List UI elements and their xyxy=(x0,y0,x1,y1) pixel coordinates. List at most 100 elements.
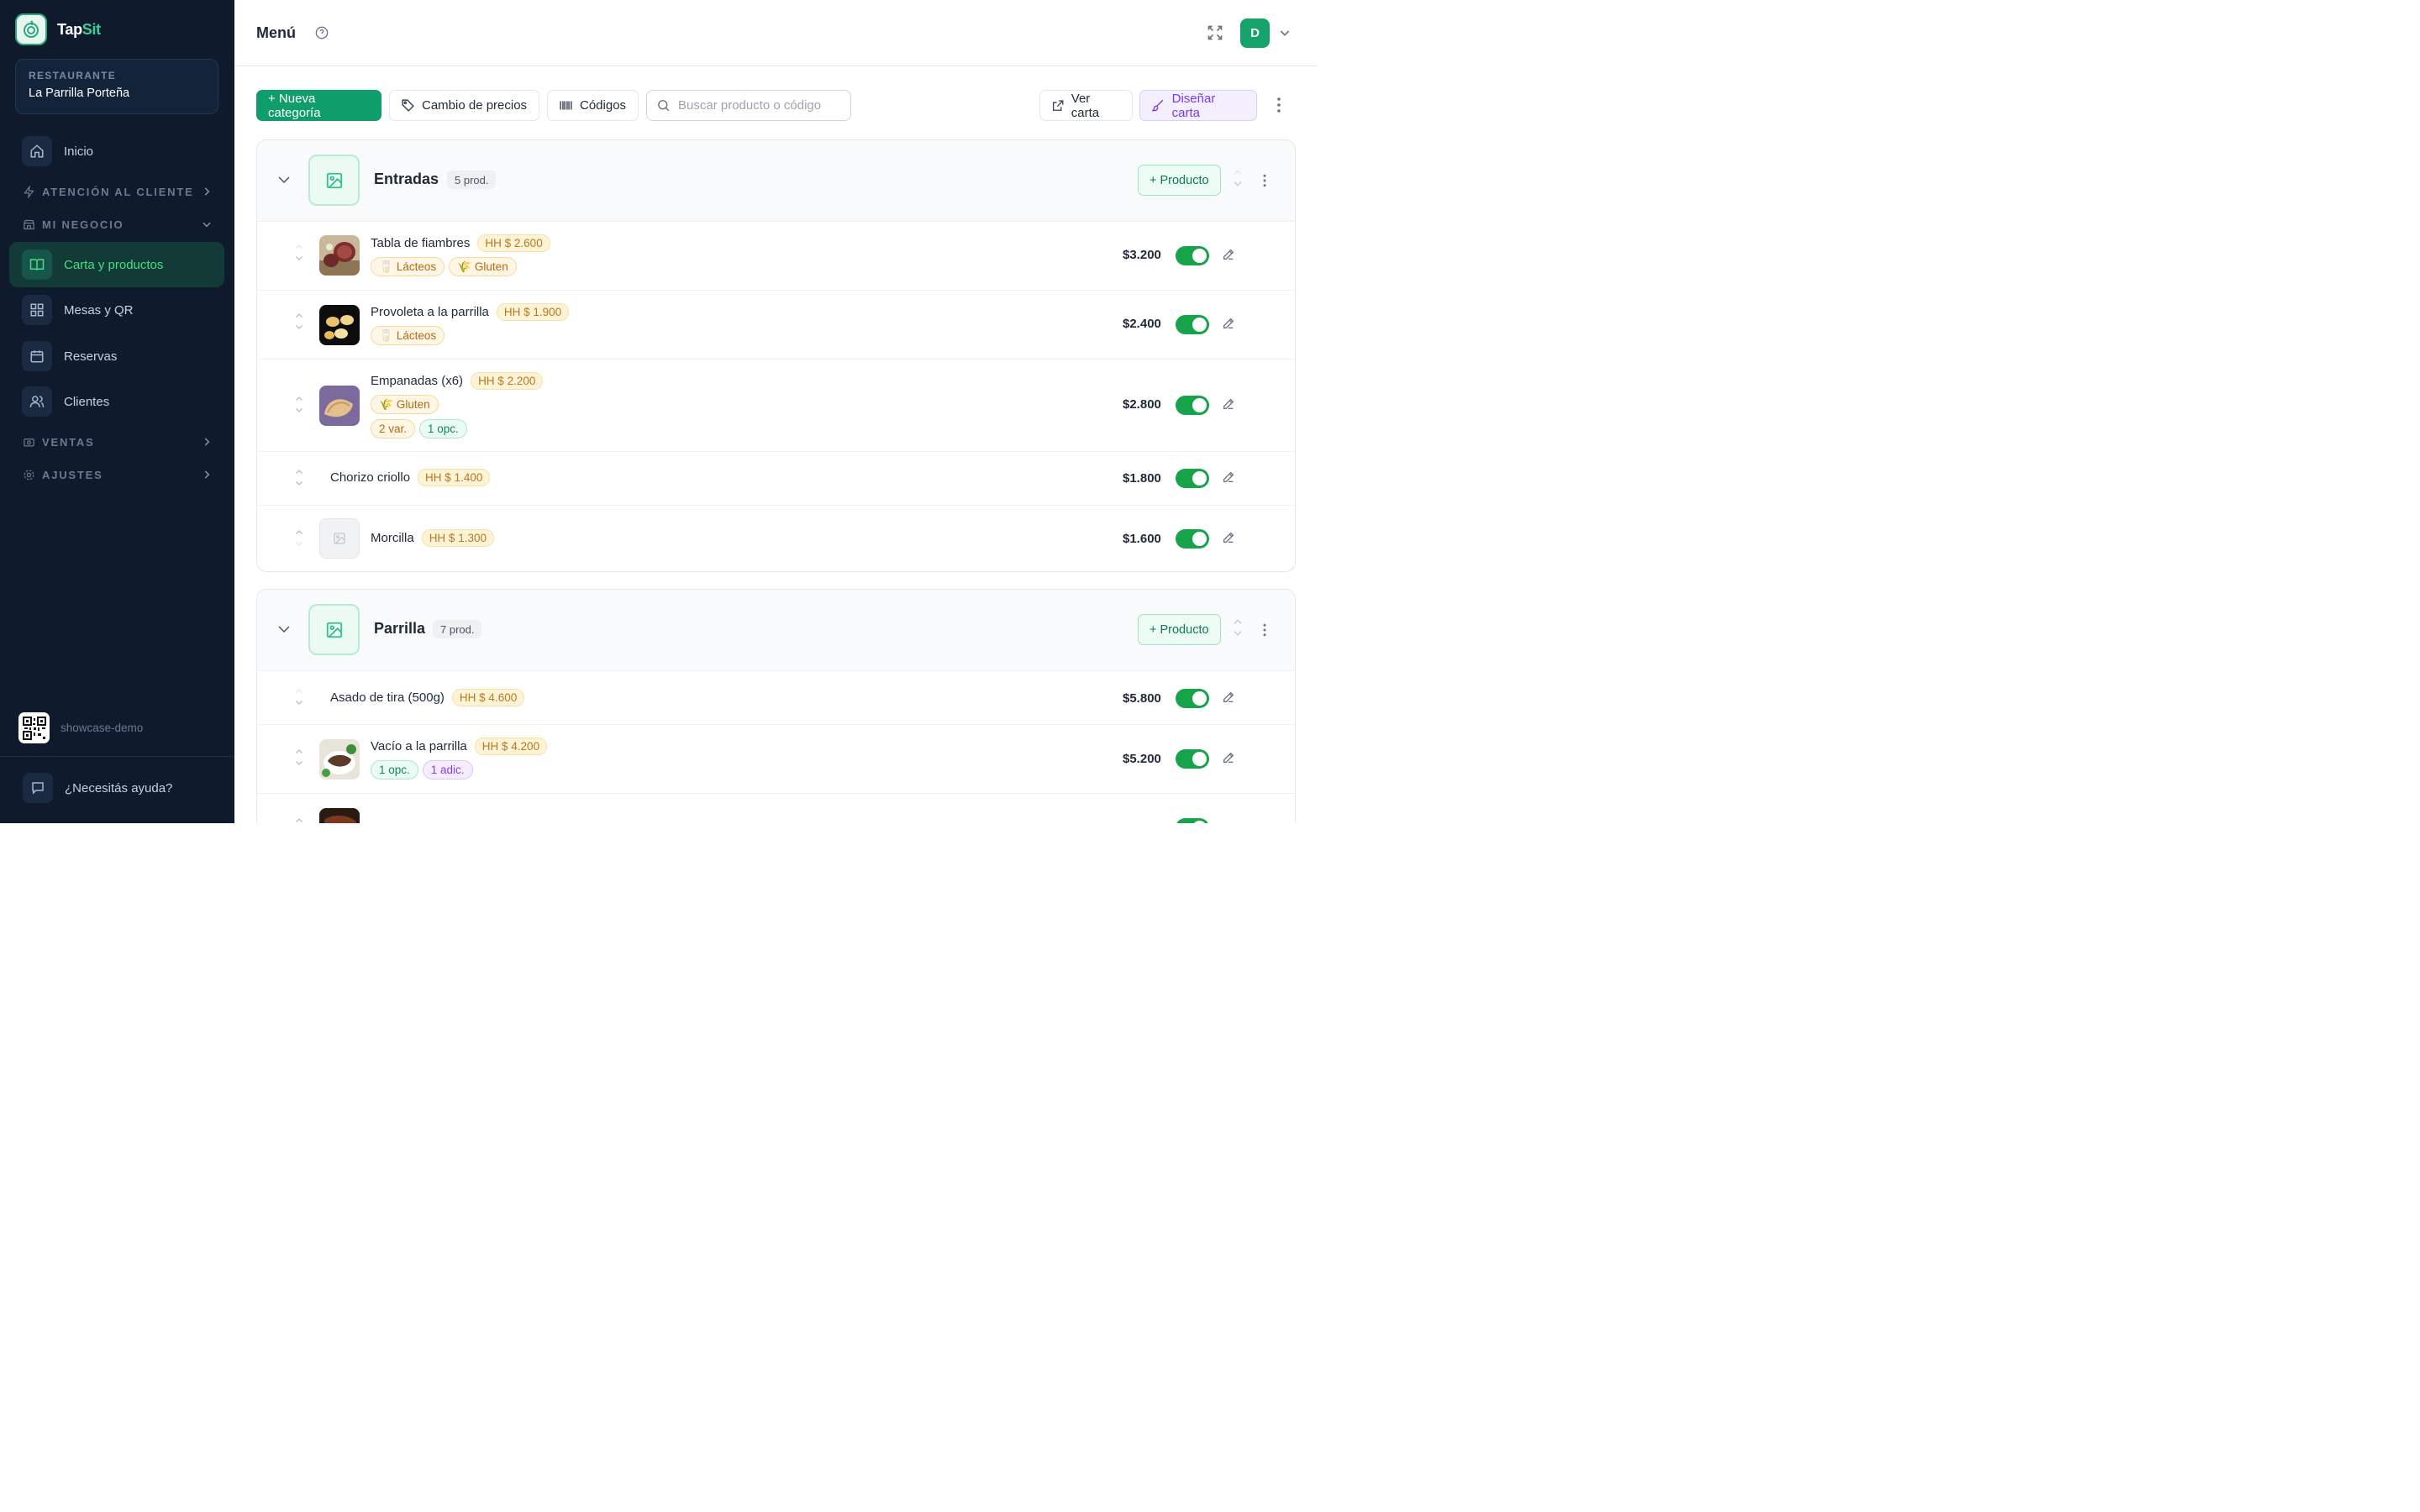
chevron-down-icon[interactable] xyxy=(294,323,304,332)
category-image-placeholder[interactable] xyxy=(308,604,360,655)
nav-item-mesas[interactable]: Mesas y QR xyxy=(9,287,224,333)
product-reorder[interactable] xyxy=(294,242,304,263)
product-photo[interactable] xyxy=(319,808,360,823)
category-reorder[interactable] xyxy=(1232,617,1244,638)
chevron-down-icon[interactable] xyxy=(294,759,304,768)
product-info: Provoleta a la parrilla HH $ 1.900 🥛 Lácte… xyxy=(371,303,570,345)
availability-toggle[interactable] xyxy=(1176,315,1209,334)
availability-toggle[interactable] xyxy=(1176,246,1209,265)
brush-icon xyxy=(1151,99,1164,112)
availability-toggle[interactable] xyxy=(1176,749,1209,769)
help-button[interactable]: ¿Necesitás ayuda? xyxy=(23,773,172,803)
nav-section-ventas[interactable]: VENTAS xyxy=(23,433,213,450)
product-reorder[interactable] xyxy=(294,747,304,768)
chevron-up-icon[interactable] xyxy=(294,242,304,251)
milk-icon: 🥛 xyxy=(379,328,393,342)
category-more-icon[interactable] xyxy=(1259,173,1270,188)
product-reorder[interactable] xyxy=(294,394,304,415)
nav-section-ajustes[interactable]: AJUSTES xyxy=(23,466,213,483)
chevron-down-icon[interactable] xyxy=(294,406,304,415)
nav-item-reservas[interactable]: Reservas xyxy=(9,333,224,379)
product-photo[interactable] xyxy=(319,235,360,276)
brand[interactable]: TapSit xyxy=(15,13,101,45)
chevron-down-icon[interactable] xyxy=(1278,26,1292,39)
allergen-tag-label: Lácteos xyxy=(396,260,437,273)
category-reorder[interactable] xyxy=(1232,167,1244,189)
fullscreen-icon[interactable] xyxy=(1207,24,1223,41)
chevron-down-icon[interactable] xyxy=(1232,628,1244,638)
avatar[interactable]: D xyxy=(1240,18,1270,48)
nav-item-clientes[interactable]: Clientes xyxy=(9,379,224,424)
edit-icon[interactable] xyxy=(1222,531,1235,544)
nav-section-atencion[interactable]: ATENCIÓN AL CLIENTE xyxy=(23,183,213,200)
chevron-up-icon[interactable] xyxy=(1232,617,1244,627)
chevron-down-icon[interactable] xyxy=(1232,179,1244,189)
page-title: Menú xyxy=(256,24,296,41)
chevron-down-icon[interactable] xyxy=(276,172,292,187)
add-product-button[interactable]: + Producto xyxy=(1138,614,1221,645)
edit-icon[interactable] xyxy=(1222,317,1235,330)
chevron-up-icon[interactable] xyxy=(294,816,304,823)
product-photo[interactable] xyxy=(319,386,360,426)
edit-icon[interactable] xyxy=(1222,470,1235,484)
edit-icon[interactable] xyxy=(1222,690,1235,704)
search-input[interactable]: Buscar producto o código xyxy=(646,90,851,121)
product-photo[interactable] xyxy=(319,739,360,780)
availability-toggle[interactable] xyxy=(1176,818,1209,823)
product-reorder[interactable] xyxy=(294,311,304,332)
add-product-button[interactable]: + Producto xyxy=(1138,165,1221,196)
availability-toggle[interactable] xyxy=(1176,529,1209,549)
availability-toggle[interactable] xyxy=(1176,469,1209,488)
nav-label-clientes: Clientes xyxy=(64,394,110,409)
view-menu-button[interactable]: Ver carta xyxy=(1039,90,1133,121)
chevron-up-icon[interactable] xyxy=(294,747,304,756)
price-change-button[interactable]: Cambio de precios xyxy=(389,90,539,121)
category-more-icon[interactable] xyxy=(1259,622,1270,638)
edit-icon[interactable] xyxy=(1222,397,1235,411)
external-link-icon xyxy=(1052,99,1064,111)
more-options-icon[interactable] xyxy=(1272,96,1286,114)
codes-button[interactable]: Códigos xyxy=(547,90,639,121)
edit-icon[interactable] xyxy=(1222,751,1235,764)
nav-item-inicio[interactable]: Inicio xyxy=(9,129,224,174)
edit-icon[interactable] xyxy=(1222,248,1235,261)
restaurant-selector[interactable]: RESTAURANTE La Parrilla Porteña xyxy=(15,59,218,114)
chevron-up-icon[interactable] xyxy=(1232,167,1244,177)
product-price: $1.600 xyxy=(1123,532,1161,546)
chevron-up-icon[interactable] xyxy=(294,686,304,696)
product-reorder[interactable] xyxy=(294,816,304,823)
help-circle-icon[interactable] xyxy=(315,26,329,39)
chevron-up-icon[interactable] xyxy=(294,311,304,320)
brand-name: TapSit xyxy=(57,21,101,39)
allergen-tag-label: Gluten xyxy=(474,260,508,273)
chevron-up-icon[interactable] xyxy=(294,394,304,403)
lightning-icon xyxy=(24,185,34,198)
happy-hour-price-badge: HH $ 1.900 xyxy=(496,303,570,321)
product-name: Chorizo criollo xyxy=(330,470,411,485)
chevron-down-icon[interactable] xyxy=(276,622,292,637)
chevron-up-icon[interactable] xyxy=(294,467,304,476)
new-category-button[interactable]: + Nueva categoría xyxy=(256,90,381,121)
product-price: $5.200 xyxy=(1123,752,1161,766)
product-reorder[interactable] xyxy=(294,686,304,707)
chevron-down-icon[interactable] xyxy=(294,479,304,488)
product-photo[interactable] xyxy=(319,305,360,345)
category-image-placeholder[interactable] xyxy=(308,155,360,206)
availability-toggle[interactable] xyxy=(1176,689,1209,708)
product-reorder[interactable] xyxy=(294,528,304,549)
chevron-down-icon[interactable] xyxy=(294,254,304,263)
chevron-down-icon[interactable] xyxy=(294,539,304,549)
nav-label-carta: Carta y productos xyxy=(64,257,164,272)
product-photo-placeholder[interactable] xyxy=(319,518,360,559)
chevron-up-icon[interactable] xyxy=(294,528,304,537)
availability-toggle[interactable] xyxy=(1176,396,1209,415)
milk-icon: 🥛 xyxy=(379,260,393,273)
product-price: $2.400 xyxy=(1123,317,1161,331)
nav-section-negocio[interactable]: MI NEGOCIO xyxy=(23,216,213,233)
nav-item-carta[interactable]: Carta y productos xyxy=(9,242,224,287)
view-menu-label: Ver carta xyxy=(1071,91,1100,120)
chevron-down-icon[interactable] xyxy=(294,698,304,707)
design-menu-button[interactable]: Diseñar carta xyxy=(1139,90,1257,121)
account-footer[interactable]: showcase-demo xyxy=(18,712,143,743)
product-reorder[interactable] xyxy=(294,467,304,488)
